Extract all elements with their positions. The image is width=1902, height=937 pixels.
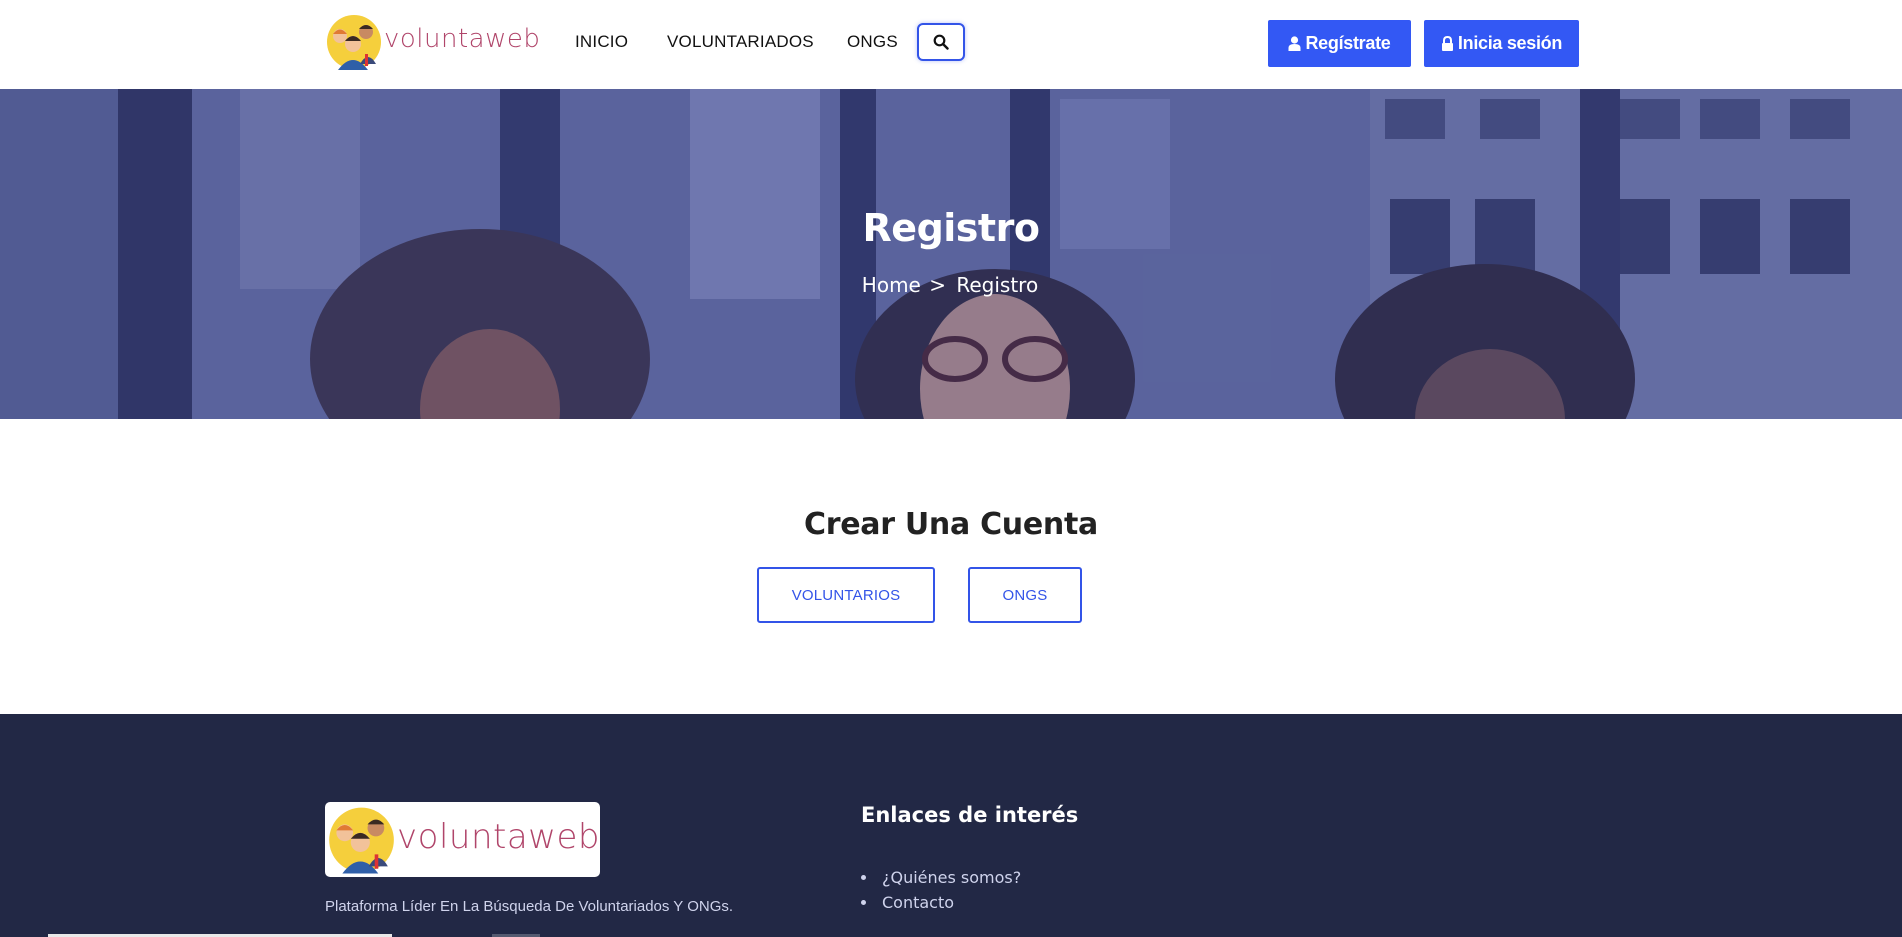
breadcrumb: Home > Registro [0, 273, 1902, 297]
register-label: Regístrate [1305, 33, 1391, 53]
footer-links: ¿Quiénes somos? Contacto [861, 865, 1021, 915]
footer-link-contacto[interactable]: Contacto [882, 890, 954, 915]
footer-logo[interactable]: voluntaweb [325, 802, 600, 877]
footer-link-item: ¿Quiénes somos? [861, 865, 1021, 890]
lock-icon [1441, 36, 1453, 51]
page-title: Registro [862, 206, 1040, 250]
footer-link-item: Contacto [861, 890, 1021, 915]
login-label: Inicia sesión [1457, 33, 1563, 53]
volunteers-logo-icon [327, 15, 381, 70]
nav-voluntariados[interactable]: VOLUNTARIADOS [667, 32, 814, 52]
hero-banner: Registro Home > Registro [0, 89, 1902, 419]
user-icon [1288, 36, 1301, 51]
nav-inicio[interactable]: INICIO [575, 32, 628, 52]
search-icon [933, 34, 949, 50]
footer-logo-wordmark: voluntaweb [397, 816, 600, 857]
nav-ongs[interactable]: ONGS [847, 32, 898, 52]
footer-links-heading: Enlaces de interés [861, 803, 1079, 827]
login-button[interactable]: Inicia sesión [1424, 20, 1579, 67]
logo-wordmark: voluntaweb [384, 24, 541, 54]
register-button[interactable]: Regístrate [1268, 20, 1411, 67]
ongs-button[interactable]: ONGS [968, 567, 1082, 623]
volunteers-logo-icon [329, 807, 394, 874]
site-header: voluntaweb INICIO VOLUNTARIADOS ONGS Reg… [0, 0, 1902, 89]
voluntarios-button[interactable]: VOLUNTARIOS [757, 567, 935, 623]
footer-link-quienes-somos[interactable]: ¿Quiénes somos? [882, 865, 1021, 890]
chevron-right-icon: > [929, 273, 946, 297]
bullet-icon [861, 875, 866, 880]
section-title: Crear Una Cuenta [804, 507, 1098, 542]
breadcrumb-home[interactable]: Home [862, 273, 921, 297]
breadcrumb-current: Registro [956, 273, 1039, 297]
hero-overlay [0, 89, 1902, 419]
footer-tagline: Plataforma Líder En La Búsqueda De Volun… [325, 898, 734, 915]
bullet-icon [861, 900, 866, 905]
search-button[interactable] [917, 23, 965, 61]
site-logo[interactable]: voluntaweb [326, 14, 540, 70]
